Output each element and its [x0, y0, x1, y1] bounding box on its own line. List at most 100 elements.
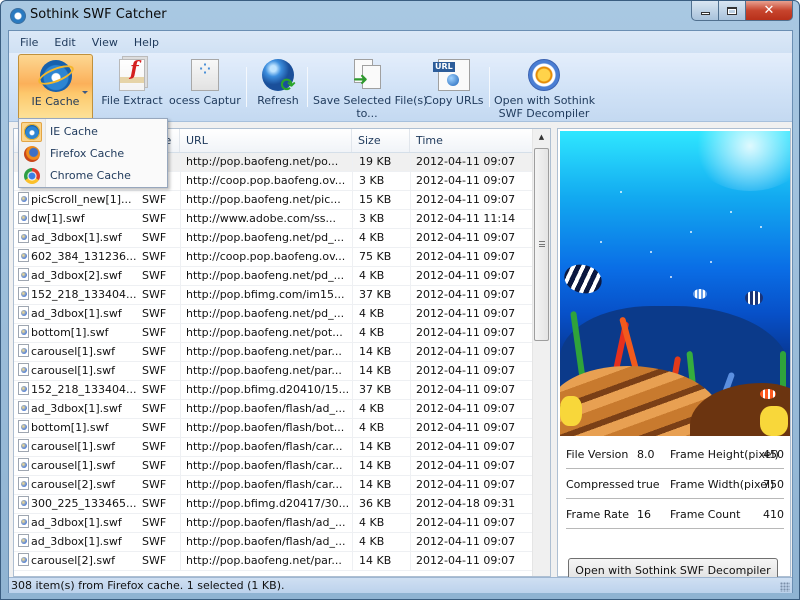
process-capture-button[interactable]: ocess Capture [169, 54, 241, 120]
swf-file-icon [18, 420, 29, 433]
table-row[interactable]: carousel[1].swf SWF http://pop.baofeng.net… [14, 343, 532, 362]
cell-time: 2012-04-11 09:07 [410, 324, 532, 342]
swf-preview-image [560, 131, 790, 436]
swf-file-icon [18, 306, 29, 319]
resize-grip-icon[interactable] [780, 582, 790, 592]
cell-name: ad_3dbox[1].swf [18, 400, 136, 418]
save-selected-label: Save Selected File(s) [313, 94, 428, 107]
vertical-scrollbar[interactable]: ▲ [532, 129, 550, 576]
copy-urls-button[interactable]: URL Copy URLs [424, 54, 484, 120]
cell-name: bottom[1].swf [18, 324, 136, 342]
minimize-icon [700, 12, 710, 15]
cell-url: http://pop.baofeng.net/pd_... [180, 267, 352, 285]
menu-item-label: Firefox Cache [50, 147, 125, 160]
table-row[interactable]: ad_3dbox[1].swf SWF http://pop.baofen/flas… [14, 400, 532, 419]
table-row[interactable]: carousel[1].swf SWF http://pop.baofen/flas… [14, 438, 532, 457]
cell-size-text: 4 KB [359, 421, 385, 434]
cell-size: 14 KB [352, 457, 410, 475]
file-extract-button[interactable]: File Extract [99, 54, 165, 120]
cell-url: http://pop.bfimg.com/im15... [180, 286, 352, 304]
cell-url-text: http://coop.pop.baofeng.ov... [186, 250, 346, 263]
cell-time-text: 2012-04-11 09:07 [416, 554, 516, 567]
chevron-down-icon[interactable] [82, 91, 88, 94]
table-row[interactable]: ad_3dbox[2].swf SWF http://pop.baofeng.net… [14, 267, 532, 286]
table-row[interactable]: carousel[2].swf SWF http://pop.baofeng.net… [14, 552, 532, 571]
property-label: Frame Count [670, 508, 741, 521]
firefox-icon [24, 146, 40, 162]
cell-type: SWF [140, 514, 180, 532]
sothink-decompiler-icon [528, 59, 560, 91]
table-row[interactable]: carousel[1].swf SWF http://pop.baofeng.net… [14, 362, 532, 381]
cell-name-text: carousel[2].swf [31, 478, 116, 491]
scroll-up-arrow-icon[interactable]: ▲ [533, 129, 550, 146]
cell-time: 2012-04-11 09:07 [410, 552, 532, 570]
swf-file-icon [18, 382, 29, 395]
cell-type: SWF [140, 305, 180, 323]
menu-edit[interactable]: Edit [46, 36, 83, 49]
cell-type-text: SWF [142, 250, 167, 263]
ie-cache-button[interactable]: IE Cache [18, 54, 93, 120]
minimize-button[interactable] [691, 1, 719, 21]
table-row[interactable]: 602_384_131236... SWF http://coop.pop.baof… [14, 248, 532, 267]
cell-url-text: http://pop.bfimg.d20410/15... [186, 383, 350, 396]
cell-type: SWF [140, 533, 180, 551]
close-button[interactable]: ✕ [746, 1, 793, 21]
cell-size: 3 KB [352, 172, 410, 190]
menu-item-chrome-cache[interactable]: Chrome Cache [19, 165, 167, 187]
app-icon[interactable] [10, 8, 26, 24]
column-url[interactable]: URL [180, 129, 352, 152]
table-row[interactable]: dw[1].swf SWF http://www.adobe.com/ss... 3 … [14, 210, 532, 229]
table-row[interactable]: ad_3dbox[1].swf SWF http://pop.baofen/flas… [14, 514, 532, 533]
table-row[interactable]: bottom[1].swf SWF http://pop.baofeng.net/p… [14, 324, 532, 343]
cell-name-text: carousel[1].swf [31, 440, 116, 453]
table-row[interactable]: carousel[2].swf SWF http://pop.baofen/flas… [14, 476, 532, 495]
cell-time: 2012-04-11 09:07 [410, 362, 532, 380]
table-row[interactable]: bottom[1].swf SWF http://pop.baofen/flash/… [14, 419, 532, 438]
ie-icon [35, 60, 76, 92]
cell-name: carousel[2].swf [18, 476, 136, 494]
cell-type: SWF [140, 552, 180, 570]
table-row[interactable]: ad_3dbox[1].swf SWF http://pop.baofeng.net… [14, 305, 532, 324]
cell-size-text: 19 KB [359, 155, 392, 168]
url-file-icon: URL [433, 59, 470, 91]
refresh-button[interactable]: Refresh [253, 54, 303, 120]
cell-url-text: http://pop.baofen/flash/car... [186, 440, 343, 453]
cell-url-text: http://pop.baofeng.net/pd_... [186, 231, 345, 244]
cell-type: SWF [140, 457, 180, 475]
table-row[interactable]: 152_218_133404... SWF http://pop.bfimg.com… [14, 286, 532, 305]
cell-time-text: 2012-04-11 09:07 [416, 269, 516, 282]
cell-name: ad_3dbox[1].swf [18, 514, 136, 532]
cell-time-text: 2012-04-11 09:07 [416, 421, 516, 434]
swf-file-icon [18, 401, 29, 414]
open-decompiler-button[interactable]: Open with Sothink SWF Decompiler [494, 54, 595, 120]
cell-size: 14 KB [352, 438, 410, 456]
cell-time: 2012-04-11 09:07 [410, 267, 532, 285]
scrollbar-thumb[interactable] [534, 148, 549, 341]
table-row[interactable]: picScroll_new[1]... SWF http://pop.baofeng… [14, 191, 532, 210]
table-row[interactable]: ad_3dbox[1].swf SWF http://pop.baofen/flas… [14, 533, 532, 552]
chrome-icon [24, 168, 40, 184]
column-size[interactable]: Size [352, 129, 410, 152]
table-row[interactable]: 152_218_133404... SWF http://pop.bfimg.d20… [14, 381, 532, 400]
menu-item-ie-cache[interactable]: IE Cache [19, 121, 167, 143]
table-row[interactable]: ad_3dbox[1].swf SWF http://pop.baofeng.net… [14, 229, 532, 248]
table-row[interactable]: 300_225_133465... SWF http://pop.bfimg.d20… [14, 495, 532, 514]
cell-size-text: 4 KB [359, 269, 385, 282]
table-row[interactable]: carousel[1].swf SWF http://pop.baofen/flas… [14, 457, 532, 476]
column-time[interactable]: Time [410, 129, 532, 152]
cell-url: http://pop.baofen/flash/bot... [180, 419, 352, 437]
cell-name-text: bottom[1].swf [31, 421, 109, 434]
cell-name-text: 152_218_133404... [31, 288, 136, 301]
maximize-button[interactable] [719, 1, 746, 21]
menu-item-firefox-cache[interactable]: Firefox Cache [19, 143, 167, 165]
menu-file[interactable]: File [12, 36, 46, 49]
cell-time-text: 2012-04-11 09:07 [416, 326, 516, 339]
save-selected-button[interactable]: ➜ Save Selected File(s) to... [313, 54, 428, 120]
title-bar[interactable]: Sothink SWF Catcher ✕ [1, 1, 799, 31]
cell-name: carousel[2].swf [18, 552, 136, 570]
cell-type: SWF [140, 381, 180, 399]
cell-type: SWF [140, 286, 180, 304]
menu-help[interactable]: Help [126, 36, 167, 49]
cell-url: http://pop.baofeng.net/po... [180, 153, 352, 171]
menu-view[interactable]: View [84, 36, 126, 49]
